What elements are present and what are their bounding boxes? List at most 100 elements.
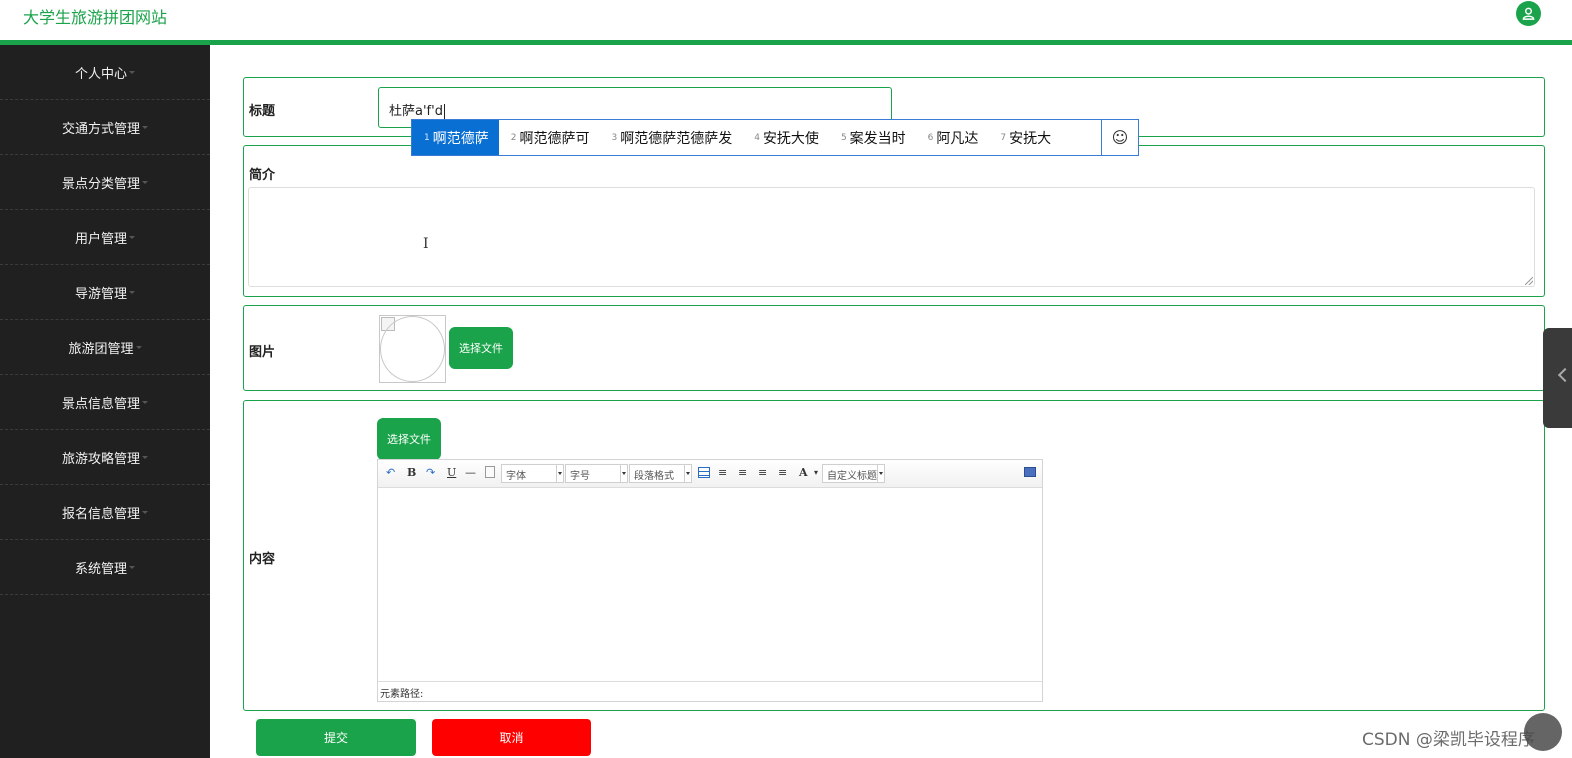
top-header: 大学生旅游拼团网站 [0,0,1572,40]
ime-candidate-number: 1 [424,132,430,143]
sidebar-item-tour-groups[interactable]: 旅游团管理 [0,320,210,375]
align-center-icon[interactable]: ≡ [758,466,767,480]
text-caret [443,104,445,119]
caret-down-icon [142,180,148,184]
ime-candidate[interactable]: 1 啊范德萨 [412,120,499,155]
editor-status-bar: 元素路径: [378,681,1042,701]
redo-icon[interactable]: ↷ [426,466,435,480]
paste-icon[interactable] [485,466,495,478]
ime-candidate[interactable]: 6 阿凡达 [916,120,989,155]
dropdown-arrow-icon [620,465,627,482]
horizontal-rule-icon[interactable]: — [465,466,476,480]
ime-candidate-text: 啊范德萨范德萨发 [620,130,733,147]
image-panel: 图片 选择文件 [243,305,1545,391]
sidebar-item-guides[interactable]: 导游管理 [0,265,210,320]
fullscreen-icon[interactable] [1024,467,1036,477]
table-icon[interactable] [698,467,710,478]
cancel-button[interactable]: 取消 [432,719,591,756]
sidebar: 个人中心 交通方式管理 景点分类管理 用户管理 导游管理 旅游团管理 景点信息管… [0,45,210,758]
element-path-label: 元素路径: [380,689,424,700]
ime-candidate[interactable]: 3 啊范德萨范德萨发 [599,120,742,155]
underline-icon[interactable]: U [447,466,456,480]
caret-down-icon [142,455,148,459]
site-title[interactable]: 大学生旅游拼团网站 [23,4,167,28]
image-placeholder-circle [380,316,445,382]
title-input-composing: a'f'd [415,104,443,120]
paragraph-format-select[interactable]: 段落格式 [629,464,692,483]
font-size-value: 字号 [570,471,590,482]
caret-down-icon [142,400,148,404]
caret-down-icon [142,510,148,514]
sidebar-item-personal-center[interactable]: 个人中心 [0,45,210,100]
font-color-dropdown-icon[interactable]: ▾ [814,466,818,480]
caret-down-icon [135,345,142,349]
bold-icon[interactable]: B [407,466,416,480]
custom-heading-value: 自定义标题 [827,471,877,482]
sidebar-item-label: 导游管理 [74,286,127,302]
sidebar-item-registrations[interactable]: 报名信息管理 [0,485,210,540]
emoji-icon[interactable]: ☺ [1101,120,1138,155]
resize-grip-icon[interactable] [1525,277,1533,285]
sidebar-item-transport[interactable]: 交通方式管理 [0,100,210,155]
ime-candidate-number: 4 [754,132,760,143]
ime-candidate-text: 安抚大 [1009,130,1052,147]
sidebar-item-label: 交通方式管理 [61,121,140,137]
sidebar-item-label: 景点分类管理 [61,176,140,192]
dropdown-arrow-icon [556,465,563,482]
intro-label: 简介 [249,168,276,183]
sidebar-item-system[interactable]: 系统管理 [0,540,210,595]
dropdown-arrow-icon [684,465,691,482]
ime-candidate[interactable]: 5 案发当时 [829,120,916,155]
font-family-select[interactable]: 字体 [501,464,564,483]
font-size-select[interactable]: 字号 [565,464,628,483]
sidebar-item-label: 景点信息管理 [61,396,140,412]
title-input-committed: 杜萨 [389,104,416,119]
sidebar-item-label: 旅游攻略管理 [61,451,140,467]
align-right-icon[interactable]: ≡ [738,466,747,480]
floating-action-button[interactable] [1524,713,1562,751]
content-choose-file-button[interactable]: 选择文件 [377,418,441,460]
align-justify-icon[interactable]: ≡ [778,466,787,480]
intro-panel: 简介 I [243,145,1545,297]
sidebar-item-users[interactable]: 用户管理 [0,210,210,265]
user-avatar[interactable] [1516,1,1541,26]
align-left-icon[interactable]: ≡ [718,466,727,480]
image-choose-file-button[interactable]: 选择文件 [449,327,513,369]
sidebar-item-spot-category[interactable]: 景点分类管理 [0,155,210,210]
ime-candidate-number: 2 [510,132,517,143]
text-cursor-icon: I [423,236,429,252]
ime-candidate[interactable]: 7 安抚大 [988,120,1061,155]
undo-icon[interactable]: ↶ [386,466,395,480]
content-panel: 内容 选择文件 ↶ B ↷ U — 字体 字号 段落格式 ≡ ≡ ≡ ≡ A ▾… [243,400,1545,711]
font-color-icon[interactable]: A [799,466,808,480]
ime-candidate-text: 阿凡达 [936,130,979,147]
intro-textarea[interactable]: I [248,187,1535,287]
image-preview [379,315,446,383]
header-divider [0,40,1572,45]
content-label: 内容 [249,552,276,567]
font-family-value: 字体 [506,471,526,482]
submit-button[interactable]: 提交 [256,719,416,756]
editor-toolbar: ↶ B ↷ U — 字体 字号 段落格式 ≡ ≡ ≡ ≡ A ▾ 自定义标题 [378,460,1042,488]
ime-candidate-text: 安抚大使 [762,130,819,147]
ime-candidate-text: 啊范德萨可 [519,130,590,147]
ime-candidate[interactable]: 2 啊范德萨可 [499,120,600,155]
paragraph-format-value: 段落格式 [634,471,674,482]
sidebar-item-spot-info[interactable]: 景点信息管理 [0,375,210,430]
caret-down-icon [129,565,135,569]
ime-candidate-number: 3 [611,132,618,143]
ime-candidate-text: 啊范德萨 [432,130,489,147]
caret-down-icon [142,125,148,129]
ime-candidate-text: 案发当时 [849,130,906,147]
editor-body[interactable] [378,489,1042,681]
sidebar-item-travel-guides[interactable]: 旅游攻略管理 [0,430,210,485]
ime-candidate-number: 7 [1000,132,1007,143]
side-panel-toggle[interactable] [1543,328,1572,428]
ime-candidate[interactable]: 4 安抚大使 [742,120,829,155]
custom-heading-select[interactable]: 自定义标题 [822,464,885,483]
ime-candidate-bar: 1 啊范德萨 2 啊范德萨可 3 啊范德萨范德萨发 4 安抚大使 5 案发当时 6 阿凡达 … [411,119,1139,156]
sidebar-item-label: 报名信息管理 [61,506,140,522]
rich-text-editor: ↶ B ↷ U — 字体 字号 段落格式 ≡ ≡ ≡ ≡ A ▾ 自定义标题 元… [377,459,1043,702]
watermark: CSDN @梁凯毕设程序 [1362,730,1535,750]
ime-candidate-number: 5 [840,132,847,143]
